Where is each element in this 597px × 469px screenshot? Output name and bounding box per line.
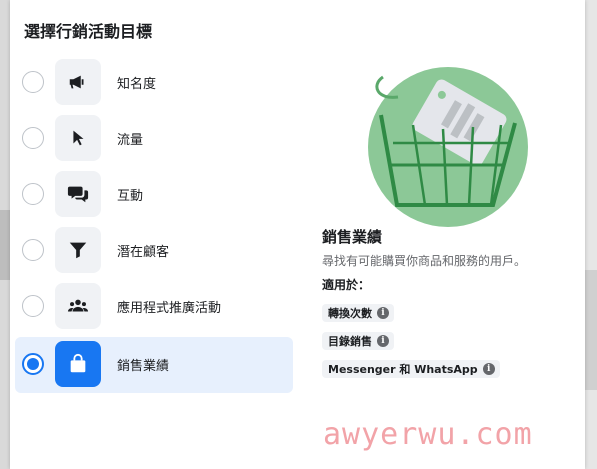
info-icon[interactable]: i bbox=[377, 307, 389, 319]
objective-option-sales[interactable]: 銷售業績 bbox=[15, 337, 293, 393]
detail-description: 尋找有可能購買你商品和服務的用戶。 bbox=[322, 254, 527, 268]
option-icon-tile bbox=[55, 341, 101, 387]
option-icon-tile bbox=[55, 171, 101, 217]
option-label: 應用程式推廣活動 bbox=[117, 301, 222, 316]
dialog-title: 選擇行銷活動目標 bbox=[24, 22, 153, 41]
chip-catalog-sales: 目錄銷售 i bbox=[322, 332, 394, 350]
radio-button[interactable] bbox=[22, 295, 44, 317]
backdrop-left bbox=[0, 0, 10, 469]
cursor-icon bbox=[73, 130, 84, 146]
radio-button[interactable] bbox=[22, 239, 44, 261]
objective-option-engagement[interactable]: 互動 bbox=[15, 167, 293, 223]
option-icon-tile bbox=[55, 115, 101, 161]
chip-label: Messenger 和 WhatsApp bbox=[328, 363, 478, 376]
radio-button[interactable] bbox=[22, 183, 44, 205]
radio-button[interactable] bbox=[22, 71, 44, 93]
watermark-text: awyerwu.com bbox=[323, 417, 533, 452]
chip-label: 轉換次數 bbox=[328, 307, 372, 320]
option-label: 互動 bbox=[117, 189, 144, 204]
detail-title: 銷售業績 bbox=[322, 228, 383, 246]
cart-illustration bbox=[368, 67, 528, 227]
funnel-icon bbox=[69, 242, 87, 259]
objective-option-leads[interactable]: 潛在顧客 bbox=[15, 223, 293, 279]
megaphone-icon bbox=[69, 75, 84, 89]
objective-option-app-promotion[interactable]: 應用程式推廣活動 bbox=[15, 279, 293, 335]
option-label: 流量 bbox=[117, 133, 144, 148]
option-label: 潛在顧客 bbox=[117, 245, 170, 260]
objective-option-traffic[interactable]: 流量 bbox=[15, 111, 293, 167]
sales-illustration bbox=[363, 55, 533, 230]
info-icon[interactable]: i bbox=[377, 335, 389, 347]
chip-messenger-whatsapp: Messenger 和 WhatsApp i bbox=[322, 360, 500, 378]
radio-button-selected[interactable] bbox=[22, 353, 44, 375]
chip-label: 目錄銷售 bbox=[328, 335, 372, 348]
info-icon[interactable]: i bbox=[482, 363, 495, 375]
radio-button[interactable] bbox=[22, 127, 44, 149]
chip-conversions: 轉換次數 i bbox=[322, 304, 394, 322]
option-icon-tile bbox=[55, 283, 101, 329]
people-icon bbox=[67, 299, 89, 312]
objective-dialog: 選擇行銷活動目標 知名度 流量 互動 潛在顧客 應用程式推廣活動 銷售業績 銷售… bbox=[10, 0, 585, 469]
option-label: 知名度 bbox=[117, 77, 157, 92]
shopping-bag-icon bbox=[70, 353, 86, 373]
applies-to-label: 適用於： bbox=[322, 278, 371, 292]
option-label: 銷售業績 bbox=[117, 359, 170, 374]
chat-bubbles-icon bbox=[67, 186, 89, 203]
objective-option-awareness[interactable]: 知名度 bbox=[15, 55, 293, 111]
option-icon-tile bbox=[55, 59, 101, 105]
option-icon-tile bbox=[55, 227, 101, 273]
backdrop-right bbox=[585, 0, 597, 469]
